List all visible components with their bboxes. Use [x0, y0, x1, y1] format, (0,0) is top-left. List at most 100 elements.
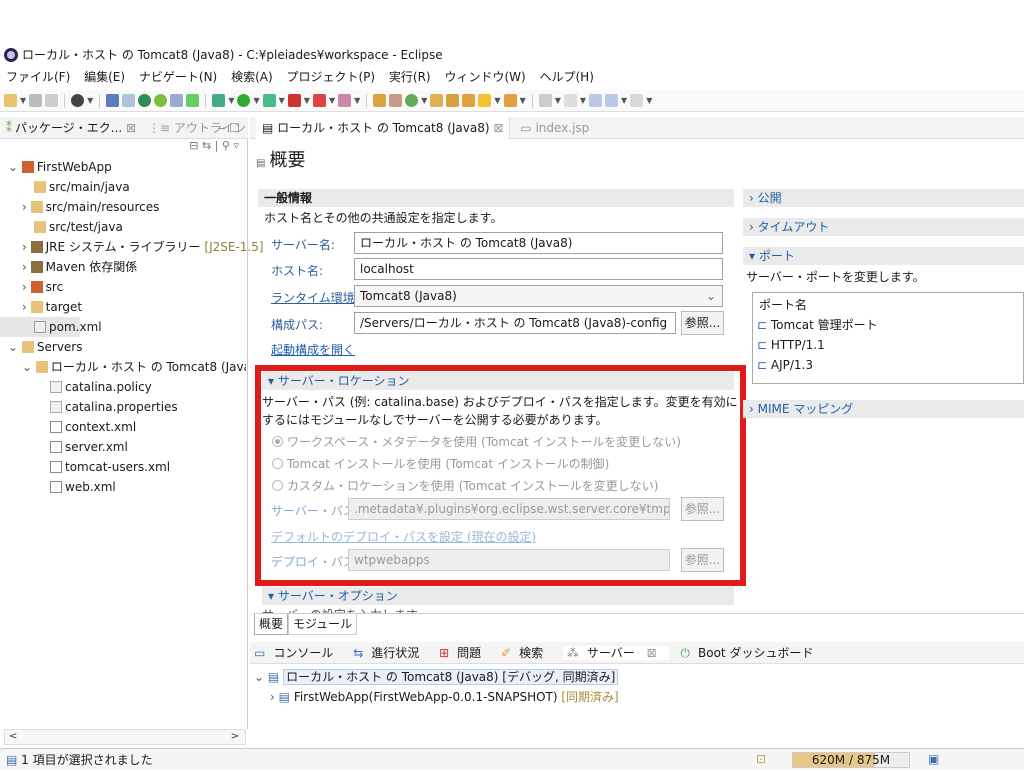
stop-icon[interactable]	[312, 94, 326, 107]
table-row[interactable]: ⊏ HTTP/1.1	[753, 335, 1023, 355]
chevron-down-icon[interactable]: ⌄	[8, 160, 18, 174]
tree-item-jre-library[interactable]: › JRE システム・ライブラリー [J2SE-1.5]	[0, 237, 264, 257]
focus-icon[interactable]: ⚲	[222, 139, 230, 152]
tab-index-jsp[interactable]: ▭ index.jsp	[514, 117, 595, 139]
chevron-down-icon[interactable]: ⌄	[706, 286, 716, 306]
server-name-field[interactable]: ローカル・ホスト の Tomcat8 (Java8)	[354, 232, 723, 254]
tree-item-web-xml[interactable]: web.xml	[0, 477, 247, 497]
chevron-right-icon[interactable]: ›	[22, 260, 27, 274]
coverage-icon[interactable]	[338, 94, 352, 107]
menu-navigate[interactable]: ナビゲート(N)	[139, 70, 217, 84]
debug-icon[interactable]	[71, 94, 85, 107]
close-icon[interactable]: ⊠	[126, 121, 136, 135]
start-server-icon[interactable]	[138, 94, 152, 107]
previous-annotation-icon[interactable]	[563, 94, 577, 107]
tab-boot-dashboard[interactable]: ⏻ Boot ダッシュボード	[681, 646, 822, 660]
tree-item-tomcat-config[interactable]: ⌄ ローカル・ホスト の Tomcat8 (Java8)-cc	[0, 357, 246, 377]
menu-search[interactable]: 検索(A)	[231, 70, 273, 84]
tree-item-src-main-java[interactable]: src/main/java	[0, 177, 247, 197]
tree-item-catalina-policy[interactable]: catalina.policy	[0, 377, 247, 397]
menu-file[interactable]: ファイル(F)	[6, 70, 70, 84]
tab-package-explorer[interactable]: ⁑ パッケージ・エク... ⊠	[6, 121, 136, 135]
collapse-all-icon[interactable]: ⊟	[189, 139, 198, 152]
external-tools-icon[interactable]	[287, 94, 301, 107]
back-icon[interactable]	[589, 94, 603, 107]
horizontal-scrollbar[interactable]: < >	[4, 729, 246, 745]
scroll-right-icon[interactable]: >	[231, 730, 239, 744]
close-icon[interactable]: ⊠	[647, 646, 657, 660]
chevron-right-icon[interactable]: ›	[22, 280, 27, 294]
tree-item-tomcat-users[interactable]: tomcat-users.xml	[0, 457, 247, 477]
tab-servers[interactable]: ⁂ サーバー ⊠	[562, 646, 669, 660]
chevron-right-icon[interactable]: ›	[22, 300, 27, 314]
boot-icon[interactable]	[154, 94, 168, 107]
tab-progress[interactable]: ⇆ 進行状況	[353, 646, 427, 660]
tab-tomcat-server[interactable]: ▤ ローカル・ホスト の Tomcat8 (Java8) ⊠	[256, 117, 511, 139]
table-row[interactable]: ⊏ AJP/1.3	[753, 355, 1023, 375]
open-perspective-icon[interactable]	[503, 94, 517, 107]
annotation-icon[interactable]	[478, 94, 492, 107]
chevron-right-icon[interactable]: ›	[270, 690, 275, 704]
bug-icon[interactable]	[212, 94, 226, 107]
tab-search[interactable]: ✐ 検索	[501, 646, 551, 660]
section-general-header[interactable]: 一般情報	[258, 189, 734, 207]
chevron-right-icon[interactable]: ›	[22, 200, 27, 214]
runtime-select[interactable]: Tomcat8 (Java8) ⌄	[354, 285, 723, 307]
section-publish-header[interactable]: › 公開	[743, 189, 1024, 207]
module-row[interactable]: › ▤ FirstWebApp(FirstWebApp-0.0.1-SNAPSH…	[270, 687, 619, 707]
forward-icon[interactable]	[605, 94, 619, 107]
tree-item-context-xml[interactable]: context.xml	[0, 417, 247, 437]
tree-item-firstwebapp[interactable]: ⌄ FirstWebApp	[0, 157, 247, 177]
menu-help[interactable]: ヘルプ(H)	[540, 70, 594, 84]
tab-overview[interactable]: 概要	[254, 614, 289, 635]
config-browse-button[interactable]: 参照...	[681, 311, 724, 335]
menu-project[interactable]: プロジェクト(P)	[286, 70, 375, 84]
new-spring-icon[interactable]	[405, 94, 419, 107]
run-config-icon[interactable]	[262, 94, 276, 107]
chevron-down-icon[interactable]: ⌄	[22, 360, 32, 374]
section-timeout-header[interactable]: › タイムアウト	[743, 218, 1024, 236]
tree-item-src-main-resources[interactable]: › src/main/resources	[0, 197, 247, 217]
heap-status[interactable]: 620M / 875M	[792, 752, 910, 768]
config-path-field[interactable]: /Servers/ローカル・ホスト の Tomcat8 (Java8)-conf…	[354, 312, 676, 334]
view-menu-icon[interactable]: ▿	[233, 139, 239, 152]
next-annotation-icon[interactable]	[538, 94, 552, 107]
publish-icon[interactable]	[170, 94, 184, 107]
launch-config-link[interactable]: 起動構成を開く	[271, 341, 355, 358]
save-all-icon[interactable]	[45, 94, 59, 107]
section-options-header[interactable]: ▾ サーバー・オプション	[262, 587, 734, 605]
save-icon[interactable]	[29, 94, 43, 107]
tree-item-pom[interactable]: pom.xml	[0, 317, 102, 337]
tree-item-server-xml[interactable]: server.xml	[0, 437, 247, 457]
console-icon[interactable]	[106, 94, 120, 107]
new-icon[interactable]	[4, 94, 17, 107]
open-type-icon[interactable]	[430, 94, 444, 107]
pin-icon[interactable]	[630, 94, 644, 107]
section-ports-header[interactable]: ▾ ポート	[743, 247, 1024, 265]
chevron-right-icon[interactable]: ›	[22, 240, 27, 254]
chevron-down-icon[interactable]: ⌄	[254, 670, 264, 684]
search-icon[interactable]	[462, 94, 476, 107]
run-icon[interactable]	[237, 94, 251, 107]
menu-edit[interactable]: 編集(E)	[84, 70, 125, 84]
tab-modules[interactable]: モジュール	[288, 614, 358, 635]
table-row[interactable]: ⊏ Tomcat 管理ポート	[753, 315, 1023, 335]
gc-icon[interactable]: ▣	[928, 752, 939, 766]
tree-item-catalina-properties[interactable]: catalina.properties	[0, 397, 247, 417]
new-package-icon[interactable]	[373, 94, 387, 107]
chevron-down-icon[interactable]: ⌄	[8, 340, 18, 354]
open-task-icon[interactable]	[446, 94, 460, 107]
refresh-icon[interactable]	[186, 94, 200, 107]
tree-item-servers[interactable]: ⌄ Servers	[0, 337, 247, 357]
tab-problems[interactable]: ⊞ 問題	[439, 646, 489, 660]
new-dropdown-icon[interactable]: ▼	[20, 96, 26, 105]
scroll-left-icon[interactable]: <	[9, 731, 17, 742]
minimize-icon[interactable]: ‒ ☐	[218, 117, 240, 139]
tree-item-src[interactable]: › src	[0, 277, 247, 297]
link-editor-icon[interactable]: ⇆	[202, 139, 211, 152]
close-icon[interactable]: ⊠	[493, 121, 503, 135]
tree-item-src-test-java[interactable]: src/test/java	[0, 217, 247, 237]
menu-window[interactable]: ウィンドウ(W)	[444, 70, 525, 84]
server-row[interactable]: ⌄ ▤ ローカル・ホスト の Tomcat8 (Java8) [デバッグ, 同期…	[254, 667, 619, 687]
host-field[interactable]: localhost	[354, 258, 723, 280]
